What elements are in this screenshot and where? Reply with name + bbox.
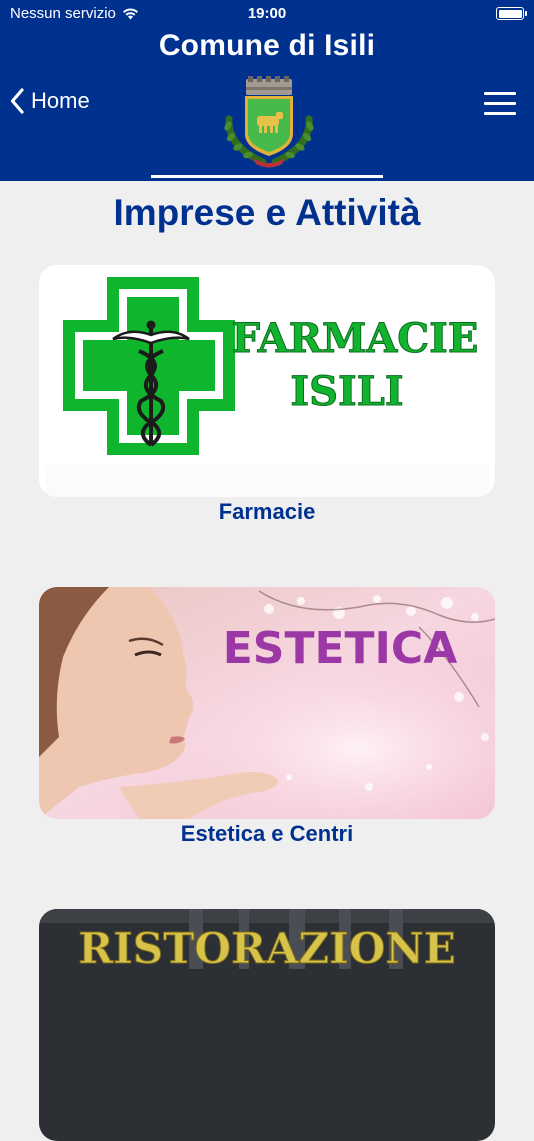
card-label-estetica[interactable]: Estetica e Centri: [0, 821, 534, 847]
municipal-crest-logo: [224, 76, 314, 168]
farmacie-image-line1: FARMACIE: [232, 315, 479, 362]
header-underline: [151, 175, 383, 178]
ristorazione-image: RISTORAZIONE: [39, 909, 495, 1141]
hamburger-menu-icon[interactable]: [484, 92, 516, 116]
card-farmacie[interactable]: FARMACIE ISILI: [39, 265, 495, 497]
card-estetica[interactable]: ESTETICA: [39, 587, 495, 819]
estetica-image: ESTETICA: [39, 587, 495, 819]
app-title: Comune di Isili: [158, 29, 376, 62]
chevron-left-icon: [10, 88, 24, 114]
status-time: 19:00: [247, 5, 287, 22]
status-bar: Nessun servizio 19:00: [0, 0, 534, 28]
app-header: Nessun servizio 19:00 Comune di Isili Ho…: [0, 0, 534, 181]
page-title: Imprese e Attività: [113, 192, 421, 233]
estetica-image-text: ESTETICA: [223, 623, 458, 674]
farmacie-image-line2: ISILI: [290, 368, 403, 415]
back-button[interactable]: Home: [10, 88, 90, 114]
card-ristorazione[interactable]: RISTORAZIONE: [39, 909, 495, 1141]
ristorazione-image-text: RISTORAZIONE: [78, 924, 456, 973]
battery-icon: [496, 7, 527, 20]
farmacie-image: FARMACIE ISILI: [39, 265, 495, 497]
card-label-farmacie[interactable]: Farmacie: [0, 499, 534, 525]
back-label: Home: [31, 88, 90, 113]
